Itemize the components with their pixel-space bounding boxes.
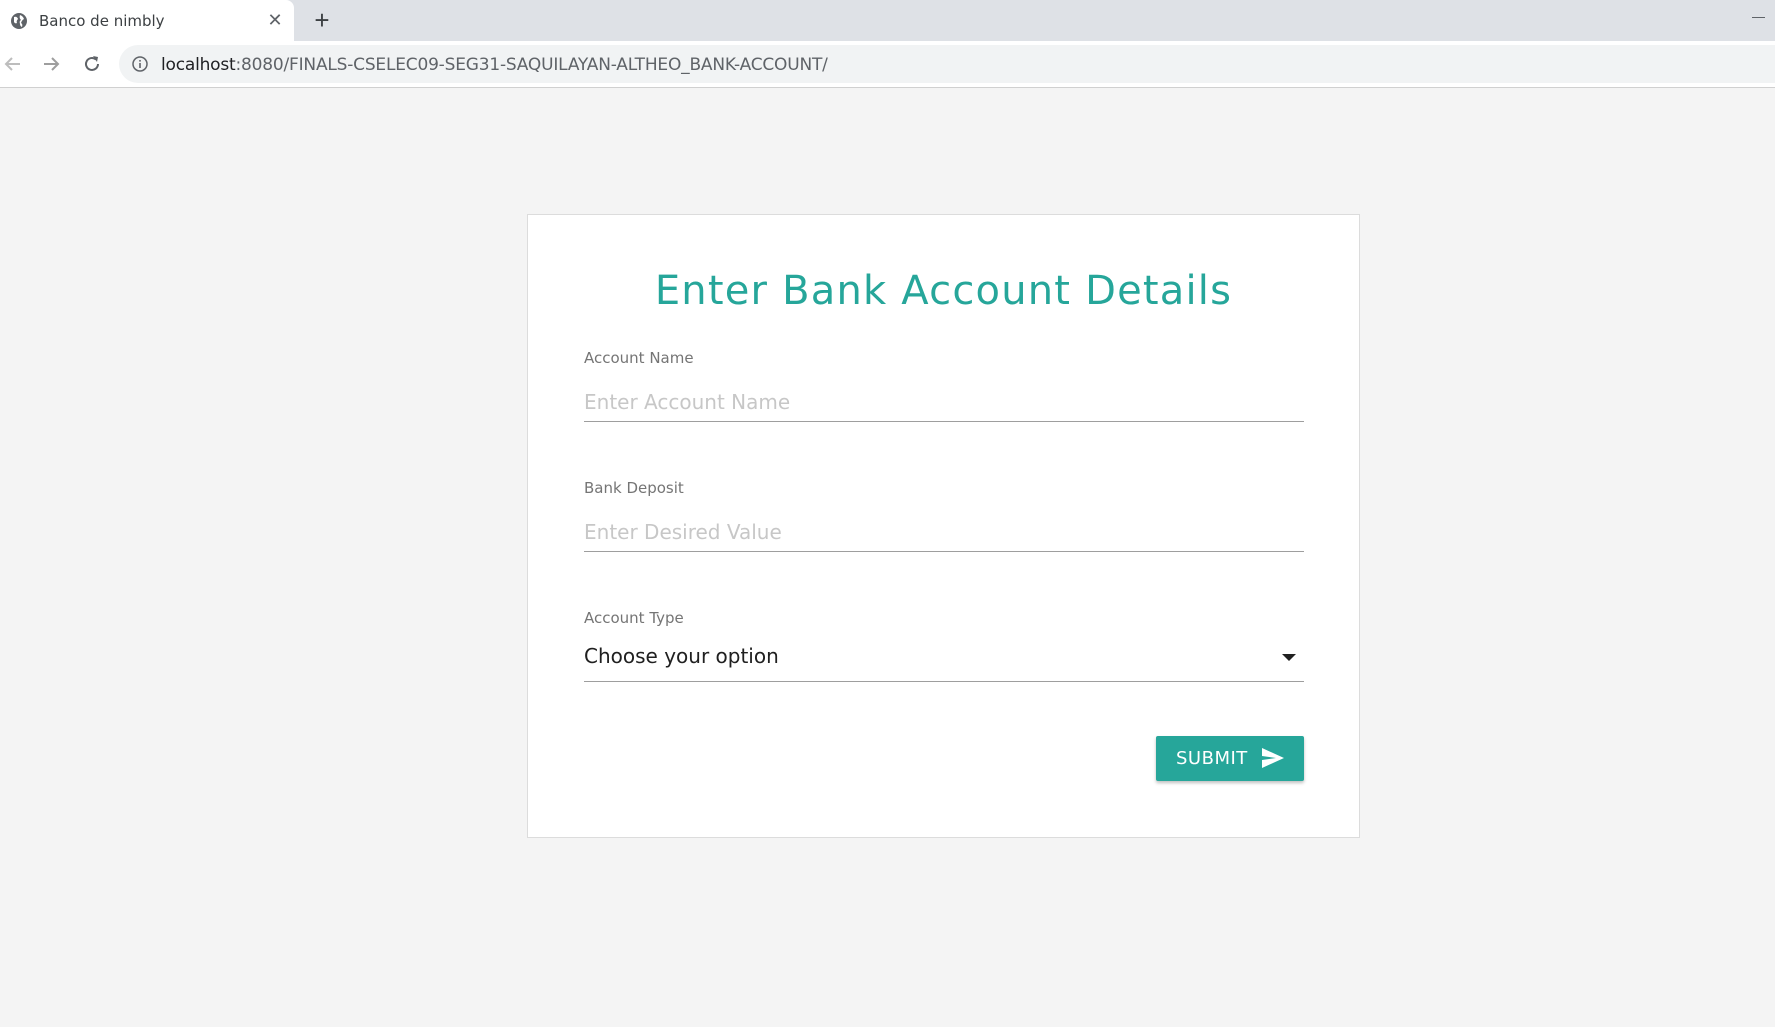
send-icon <box>1262 748 1284 768</box>
submit-label: SUBMIT <box>1176 748 1248 769</box>
page-title: Enter Bank Account Details <box>654 268 1233 314</box>
close-icon[interactable]: ✕ <box>265 10 285 30</box>
submit-button[interactable]: SUBMIT <box>1156 736 1304 781</box>
account-type-selected: Choose your option <box>584 644 779 668</box>
url-path: :8080/FINALS-CSELEC09-SEG31-SAQUILAYAN-A… <box>235 55 828 75</box>
forward-arrow-icon <box>44 57 60 71</box>
browser-tab[interactable]: Banco de nimbly ✕ <box>0 0 294 41</box>
back-arrow-icon <box>4 57 20 71</box>
forward-button[interactable] <box>38 51 64 77</box>
info-icon[interactable] <box>132 56 148 72</box>
bank-deposit-label: Bank Deposit <box>584 479 684 497</box>
browser-tab-strip: Banco de nimbly ✕ + <box>0 0 1775 41</box>
address-bar[interactable]: localhost:8080/FINALS-CSELEC09-SEG31-SAQ… <box>119 45 1775 83</box>
account-name-label: Account Name <box>584 349 694 367</box>
url-text: localhost:8080/FINALS-CSELEC09-SEG31-SAQ… <box>161 55 828 75</box>
url-host: localhost <box>161 55 236 75</box>
reload-button[interactable] <box>79 51 105 77</box>
back-button[interactable] <box>0 51 26 77</box>
browser-toolbar: localhost:8080/FINALS-CSELEC09-SEG31-SAQ… <box>0 41 1775 88</box>
reload-icon <box>85 56 99 71</box>
minimize-window-button[interactable] <box>1752 10 1766 24</box>
caret-down-icon <box>1282 654 1296 661</box>
account-type-select[interactable]: Choose your option <box>584 636 1304 682</box>
bank-deposit-input[interactable] <box>584 512 1304 552</box>
tab-title: Banco de nimbly <box>39 12 165 30</box>
account-type-label: Account Type <box>584 609 684 627</box>
globe-icon <box>11 13 27 29</box>
new-tab-button[interactable]: + <box>310 7 334 33</box>
account-name-input[interactable] <box>584 382 1304 422</box>
